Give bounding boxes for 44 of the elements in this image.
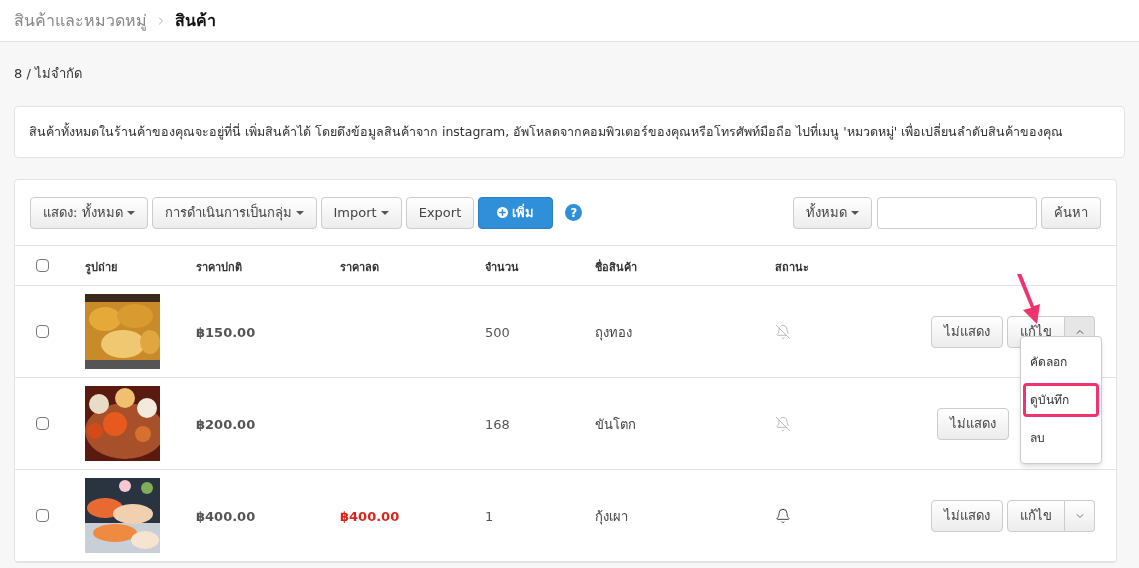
menu-item[interactable]: ดูบันทึก (1023, 383, 1099, 417)
product-name: ขันโตก (595, 416, 636, 432)
dropdown-button[interactable]: Import (320, 196, 402, 229)
column-header: ราคาลด (340, 260, 379, 274)
regular-price: ฿400.00 (196, 508, 256, 524)
hide-button[interactable]: ไม่แสดง (931, 499, 1003, 532)
plus-icon (497, 207, 509, 218)
caret-icon (851, 211, 859, 216)
regular-price: ฿150.00 (196, 324, 256, 340)
menu-item[interactable]: คัดลอก (1023, 345, 1099, 379)
menu-item[interactable]: ลบ (1023, 421, 1099, 455)
search-button[interactable]: ค้นหา (1041, 196, 1101, 229)
row-checkbox[interactable] (36, 417, 49, 430)
export-button[interactable]: Export (405, 196, 475, 229)
column-header: ชื่อสินค้า (595, 260, 637, 274)
sale-price: ฿400.00 (340, 508, 400, 524)
column-header: สถานะ (775, 260, 809, 274)
hide-button[interactable]: ไม่แสดง (931, 315, 1003, 348)
column-header: จำนวน (485, 260, 519, 274)
quantity: 1 (485, 508, 494, 524)
regular-price: ฿200.00 (196, 416, 256, 432)
product-count: 8 / ไม่จำกัด (14, 65, 82, 84)
page-title: สินค้า (175, 9, 216, 32)
bell-icon[interactable] (775, 507, 791, 524)
quantity: 500 (485, 324, 510, 340)
column-header: ราคาปกติ (196, 260, 242, 274)
info-text: สินค้าทั้งหมดในร้านค้าของคุณจะอยู่ที่นี่ เพิ่มสินค้าได้ โดยดึงข้อมูลสินค้าจาก instagram, อัพโหลดจากคอมพิวเตอร์ของคุณหรือโทรศัพท์มือถือ ไปที่เมนู 'หมวดหมู่' เพื่อเปลี่ยนลำดับสินค้าของคุณ (29, 122, 1064, 142)
search-field[interactable] (877, 196, 1037, 229)
select-all-checkbox[interactable] (36, 259, 49, 272)
edit-button[interactable]: แก้ไข (1007, 499, 1065, 532)
filter-dropdown[interactable]: ทั้งหมด (793, 196, 872, 229)
dropdown-button[interactable]: การดำเนินการเป็นกลุ่ม (151, 196, 317, 229)
caret-icon (380, 211, 389, 216)
hide-button[interactable]: ไม่แสดง (937, 407, 1009, 440)
column-header: รูปถ่าย (85, 260, 117, 274)
caret-icon (295, 211, 304, 216)
row-checkbox[interactable] (36, 509, 49, 522)
product-name: กุ้งเผา (595, 508, 628, 524)
product-name: ถุงทอง (595, 324, 632, 340)
breadcrumb-link[interactable]: สินค้าและหมวดหมู่ (14, 8, 147, 33)
caret-icon (126, 211, 135, 216)
row-checkbox[interactable] (36, 325, 49, 338)
dropdown-button[interactable]: แสดง: ทั้งหมด (30, 196, 148, 229)
quantity: 168 (485, 416, 510, 432)
